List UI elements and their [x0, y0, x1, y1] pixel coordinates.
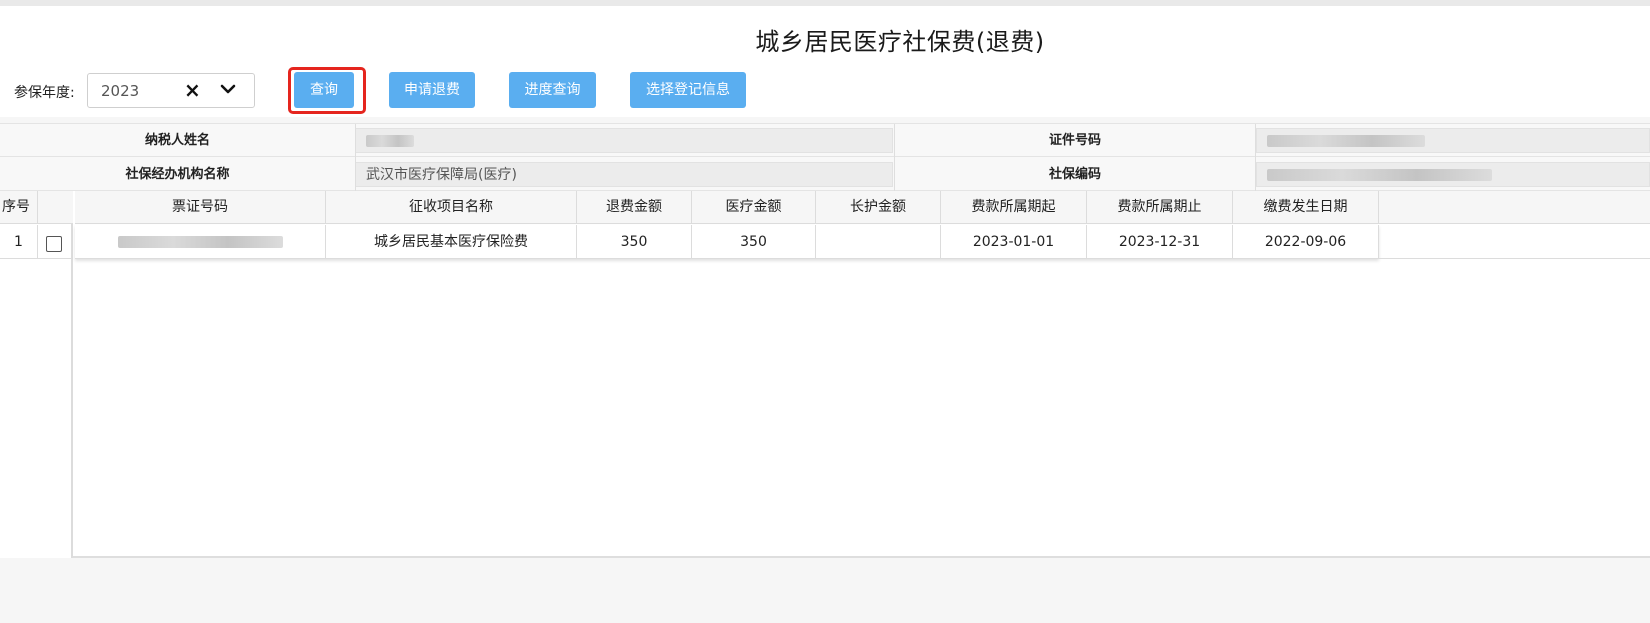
- header-item-name: 征收项目名称: [326, 191, 577, 224]
- cell-refund-amount: 350: [577, 225, 692, 259]
- row-seq: 1: [0, 225, 37, 259]
- header-refund-amount: 退费金额: [577, 191, 692, 224]
- fixed-columns: 序号 1: [0, 191, 73, 558]
- select-registration-button[interactable]: 选择登记信息: [630, 72, 746, 108]
- year-select[interactable]: 2023 ×: [87, 73, 255, 108]
- query-button[interactable]: 查询: [294, 72, 354, 108]
- cell-item-name: 城乡居民基本医疗保险费: [326, 225, 577, 259]
- social-security-code-label: 社保编码: [1048, 167, 1101, 182]
- redacted-social-security-code: [1267, 169, 1492, 181]
- header-long-term-care-amount: 长护金额: [816, 191, 941, 224]
- cell-long-term-care-amount: [816, 225, 941, 259]
- apply-refund-button[interactable]: 申请退费: [389, 72, 475, 108]
- cell-period-end: 2023-12-31: [1087, 225, 1233, 259]
- chevron-down-icon[interactable]: [220, 81, 236, 101]
- header-medical-amount: 医疗金额: [692, 191, 816, 224]
- progress-query-button[interactable]: 进度查询: [509, 72, 596, 108]
- cell-medical-amount: 350: [692, 225, 816, 259]
- seq-header: 序号: [0, 191, 37, 224]
- social-security-code-value: [1256, 162, 1650, 187]
- header-period-start: 费款所属期起: [941, 191, 1087, 224]
- info-row: 纳税人姓名 证件号码: [0, 124, 1650, 157]
- cell-ticket-no: [75, 225, 326, 259]
- redacted-name: [366, 135, 414, 147]
- taxpayer-info-table: 纳税人姓名 证件号码 社保经办机构名称 武汉市医疗保障局(医疗) 社保编码: [0, 123, 1650, 192]
- refund-grid: 序号 1 票证号码 征收项目名称 退费金额 医疗金额 长护金额 费款所属期起 费…: [0, 191, 1650, 558]
- taxpayer-name-value: [355, 128, 893, 153]
- header-ticket-no: 票证号码: [75, 191, 326, 224]
- redacted-id-number: [1267, 135, 1425, 147]
- page-title: 城乡居民医疗社保费(退费): [755, 28, 1045, 56]
- id-number-value: [1256, 128, 1650, 153]
- cell-payment-date: 2022-09-06: [1233, 225, 1379, 259]
- redacted-ticket-no: [117, 236, 283, 248]
- row-checkbox[interactable]: [46, 236, 62, 252]
- year-label: 参保年度:: [14, 85, 75, 101]
- header-area: 城乡居民医疗社保费(退费) 参保年度: 2023 × 查询 申请退费 进度查询 …: [0, 6, 1650, 117]
- agency-name-value: 武汉市医疗保障局(医疗): [355, 162, 893, 187]
- agency-name-label: 社保经办机构名称: [125, 167, 230, 182]
- column-divider: [1255, 124, 1256, 192]
- column-divider: [894, 124, 895, 192]
- year-select-value: 2023: [101, 82, 140, 100]
- table-header: 票证号码 征收项目名称 退费金额 医疗金额 长护金额 费款所属期起 费款所属期止…: [75, 191, 1650, 224]
- table-row[interactable]: 城乡居民基本医疗保险费 350 350 2023-01-01 2023-12-3…: [75, 225, 1650, 259]
- column-divider: [355, 124, 356, 192]
- header-payment-date: 缴费发生日期: [1233, 191, 1379, 224]
- info-row: 社保经办机构名称 武汉市医疗保障局(医疗) 社保编码: [0, 158, 1650, 191]
- taxpayer-name-label: 纳税人姓名: [144, 133, 210, 148]
- clear-icon[interactable]: ×: [184, 78, 201, 102]
- page: 城乡居民医疗社保费(退费) 参保年度: 2023 × 查询 申请退费 进度查询 …: [0, 0, 1650, 623]
- id-number-label: 证件号码: [1048, 133, 1101, 148]
- header-period-end: 费款所属期止: [1087, 191, 1233, 224]
- cell-period-start: 2023-01-01: [941, 225, 1087, 259]
- select-header: [37, 191, 73, 224]
